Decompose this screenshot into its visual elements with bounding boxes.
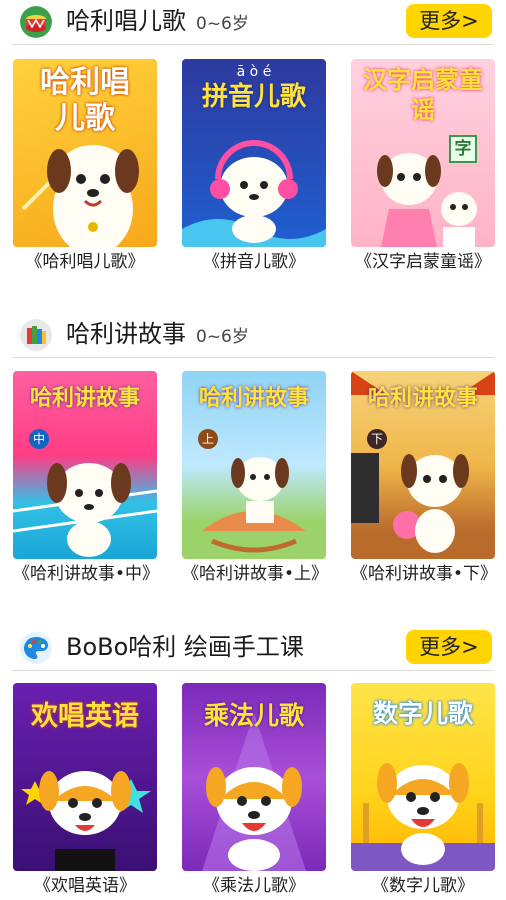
album-card-story-last[interactable]: 哈利讲故事 下 《哈利讲故事•下》 [351, 371, 498, 585]
album-card-story-first[interactable]: 哈利讲故事 上 《哈利讲故事•上》 [182, 371, 329, 585]
cover-title: 拼音儿歌 [201, 82, 306, 112]
section-title-text: BoBo哈利 绘画手工课 [66, 633, 304, 661]
album-card-hanzi[interactable]: 汉字启蒙童谣 字 《汉字启蒙童谣》 [351, 59, 495, 273]
section-bobo-harry-art: BoBo哈利 绘画手工课 更多> 欢唱英语 《欢唱英语》 乘法儿歌 《乘法儿歌》… [0, 626, 506, 900]
album-cover: 哈利讲故事 上 [182, 371, 326, 559]
cover-subtitle: ā ò é [236, 64, 272, 80]
album-cover: ā ò é 拼音儿歌 [182, 59, 326, 247]
divider [12, 670, 494, 671]
cover-title: 哈利讲故事 [198, 386, 309, 411]
album-caption: 《哈利讲故事•下》 [351, 564, 498, 584]
cover-title: 欢唱英语 [31, 701, 139, 732]
drum-icon [20, 6, 52, 38]
album-card-number-songs[interactable]: 数字儿歌 《数字儿歌》 [351, 683, 495, 897]
more-button[interactable]: 更多> [406, 630, 492, 664]
cover-title: 汉字启蒙童谣 [363, 66, 483, 124]
section-title-text: 哈利讲故事 [66, 320, 186, 348]
album-card-harry-songs[interactable]: 哈利唱儿歌 《哈利唱儿歌》 [13, 59, 157, 273]
section-header: BoBo哈利 绘画手工课 更多> [0, 626, 506, 670]
album-caption: 《拼音儿歌》 [203, 252, 305, 272]
more-button[interactable]: 更多> [406, 4, 492, 38]
album-card-multiplication-songs[interactable]: 乘法儿歌 《乘法儿歌》 [182, 683, 326, 897]
album-cover: 欢唱英语 [13, 683, 157, 871]
album-caption: 《数字儿歌》 [372, 876, 474, 896]
cover-title: 乘法儿歌 [203, 701, 304, 730]
album-caption: 《哈利讲故事•中》 [13, 564, 160, 584]
album-cover: 哈利唱儿歌 [13, 59, 157, 247]
section-header: 哈利唱儿歌 0~6岁 更多> [0, 0, 506, 44]
section-title-text: 哈利唱儿歌 [66, 7, 186, 35]
section-title: 哈利唱儿歌 0~6岁 [66, 4, 249, 41]
volume-badge: 下 [367, 429, 387, 449]
album-card-english-songs[interactable]: 欢唱英语 《欢唱英语》 [13, 683, 157, 897]
album-cover: 哈利讲故事 下 [351, 371, 495, 559]
album-caption: 《汉字启蒙童谣》 [355, 252, 491, 272]
album-cover: 乘法儿歌 [182, 683, 326, 871]
divider [12, 44, 494, 45]
cover-title: 哈利讲故事 [29, 386, 140, 411]
volume-badge: 中 [29, 429, 49, 449]
album-card-story-middle[interactable]: 哈利讲故事 中 《哈利讲故事•中》 [13, 371, 160, 585]
section-title: BoBo哈利 绘画手工课 [66, 630, 304, 664]
album-cover: 哈利讲故事 中 [13, 371, 157, 559]
age-range: 0~6岁 [196, 14, 249, 34]
album-caption: 《哈利唱儿歌》 [25, 252, 145, 272]
section-title: 哈利讲故事 0~6岁 [66, 317, 249, 354]
age-range: 0~6岁 [196, 327, 249, 347]
palette-icon [20, 632, 52, 664]
album-cover: 数字儿歌 [351, 683, 495, 871]
cover-title: 数字儿歌 [372, 699, 473, 728]
volume-badge: 上 [198, 429, 218, 449]
album-caption: 《乘法儿歌》 [203, 876, 305, 896]
divider [12, 357, 494, 358]
cover-title: 哈利唱儿歌 [40, 65, 130, 136]
album-caption: 《欢唱英语》 [34, 876, 136, 896]
album-cover: 汉字启蒙童谣 字 [351, 59, 495, 247]
album-caption: 《哈利讲故事•上》 [182, 564, 329, 584]
section-harry-songs: 哈利唱儿歌 0~6岁 更多> 哈利唱儿歌 《哈利唱儿歌》 ā ò é 拼音儿歌 … [0, 0, 506, 300]
cover-title: 哈利讲故事 [367, 386, 478, 411]
section-harry-stories: 哈利讲故事 0~6岁 哈利讲故事 中 《哈利讲故事•中》 哈利讲故事 上 《哈利… [0, 313, 506, 613]
hanzi-card: 字 [449, 135, 477, 163]
section-header: 哈利讲故事 0~6岁 [0, 313, 506, 357]
books-icon [20, 319, 52, 351]
album-card-pinyin[interactable]: ā ò é 拼音儿歌 《拼音儿歌》 [182, 59, 326, 273]
